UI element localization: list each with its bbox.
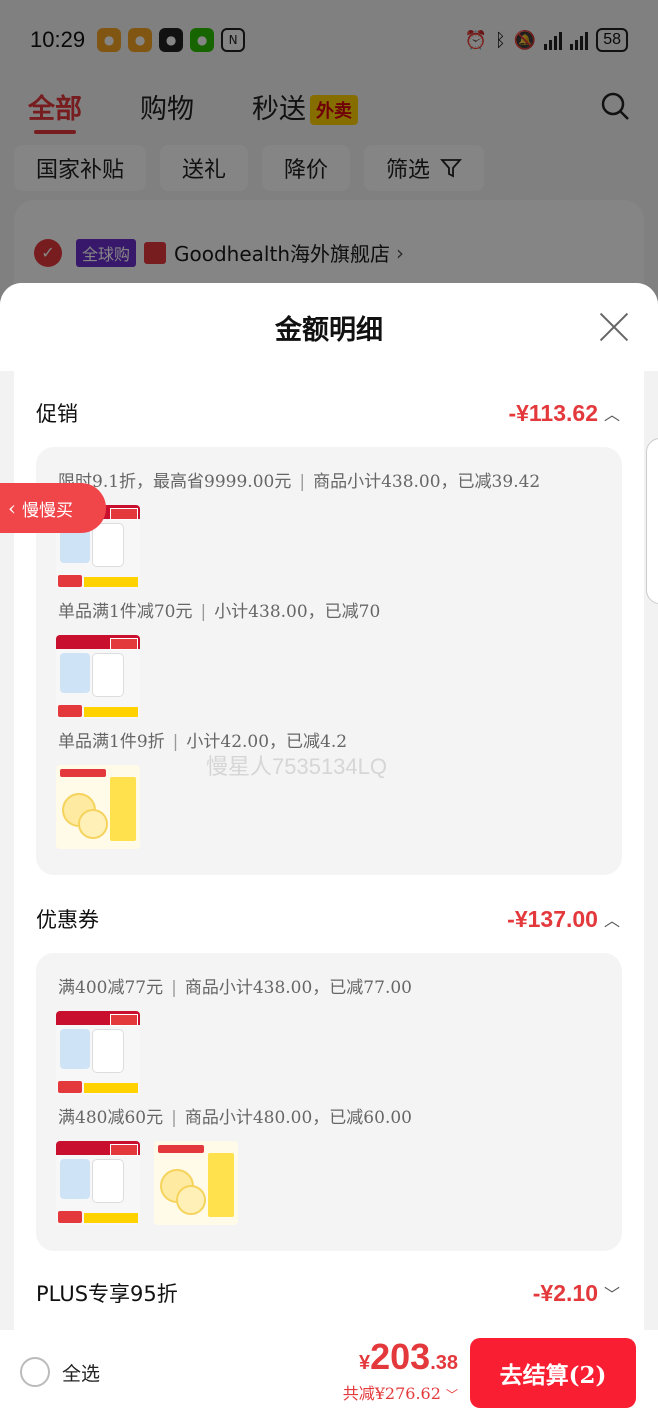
close-icon[interactable] [598,311,630,343]
total-decimal: .38 [430,1352,458,1374]
promo-rule-2: 单品满1件减70元 | 小计438.00，已减70 [58,597,380,622]
slow-buy-button[interactable]: ‹ 慢慢买 [0,483,106,533]
checkout-button[interactable]: 去结算(2) [470,1338,636,1408]
chevron-up-icon[interactable]: ︿ [604,401,620,425]
chevron-down-icon: ﹀ [445,1388,458,1402]
slow-buy-label: 慢慢买 [22,500,73,521]
coupon-title: 优惠券 [36,908,99,932]
coupon-rule-1: 满400减77元 | 商品小计438.00，已减77.00 [58,973,412,998]
promo-detail-box: 限时9.1折，最高省9999.00元 | 商品小计438.00，已减39.42 单品… [36,447,622,875]
plus-amount: -¥2.10 [532,1279,598,1306]
total-saved[interactable]: 共减¥276.62 ﹀ [343,1380,458,1404]
plus-title: PLUS专享95折 [36,1282,178,1306]
rule-detail: 商品小计480.00，已减60.00 [184,1108,412,1128]
bottom-bar: 全选 ¥203.38 共减¥276.62 ﹀ 去结算(2) [0,1330,658,1416]
product-thumbnail[interactable] [56,765,140,849]
total-summary: ¥203.38 共减¥276.62 ﹀ [343,1336,458,1404]
rule-text: 单品满1件9折 [58,732,165,752]
product-thumbnail[interactable] [56,635,140,719]
rule-text: 满400减77元 [58,978,164,998]
rule-detail: 小计438.00，已减70 [214,602,381,622]
sheet-body: 促销 -¥113.62 ︿ 限时9.1折，最高省9999.00元 | 商品小计438… [14,371,644,1331]
plus-section-header[interactable]: PLUS专享95折 -¥2.10 ﹀ [36,1273,620,1313]
separator: | [171,978,177,998]
separator: | [299,472,306,492]
coupon-detail-box: 满400减77元 | 商品小计438.00，已减77.00 满480减60元 | 商品小… [36,953,622,1251]
select-all-radio[interactable] [20,1357,50,1387]
select-all[interactable]: 全选 [20,1357,100,1387]
total-integer: 203 [370,1336,431,1377]
coupon-amount: -¥137.00 [507,905,598,932]
watermark: 慢星人7535134LQ [206,754,387,779]
chevron-left-icon: ‹ [8,496,16,520]
product-thumbnail[interactable] [56,1141,140,1225]
promo-rule-1: 限时9.1折，最高省9999.00元 | 商品小计438.00，已减39.42 [58,467,540,492]
side-drawer-handle[interactable] [646,438,658,604]
promo-section-header[interactable]: 促销 -¥113.62 ︿ [36,393,620,433]
separator: | [171,1108,177,1128]
select-all-label: 全选 [62,1362,101,1385]
total-saved-text: 共减¥276.62 [342,1384,441,1403]
rule-text: 单品满1件减70元 [58,602,193,622]
amount-detail-sheet: 金额明细 促销 -¥113.62 ︿ 限时9.1折，最高省9999.00元 | 商品… [0,283,658,1416]
product-thumbnail[interactable] [154,1141,238,1225]
coupon-rule-2: 满480减60元 | 商品小计480.00，已减60.00 [58,1103,412,1128]
promo-amount: -¥113.62 [508,399,598,426]
chevron-up-icon[interactable]: ︿ [604,907,620,931]
rule-detail: 商品小计438.00，已减77.00 [184,978,412,998]
sheet-header: 金额明细 [0,283,658,371]
sheet-title: 金额明细 [275,314,383,346]
separator: | [172,732,179,752]
promo-title: 促销 [36,402,78,426]
coupon-section-header[interactable]: 优惠券 -¥137.00 ︿ [36,899,620,939]
product-thumbnail[interactable] [56,1011,140,1095]
chevron-down-icon[interactable]: ﹀ [604,1281,620,1305]
rule-text: 满480减60元 [58,1108,164,1128]
separator: | [200,602,207,622]
total-yen: ¥ [358,1352,371,1374]
rule-detail: 商品小计438.00，已减39.42 [313,472,541,492]
total-price: ¥203.38 [343,1336,458,1378]
